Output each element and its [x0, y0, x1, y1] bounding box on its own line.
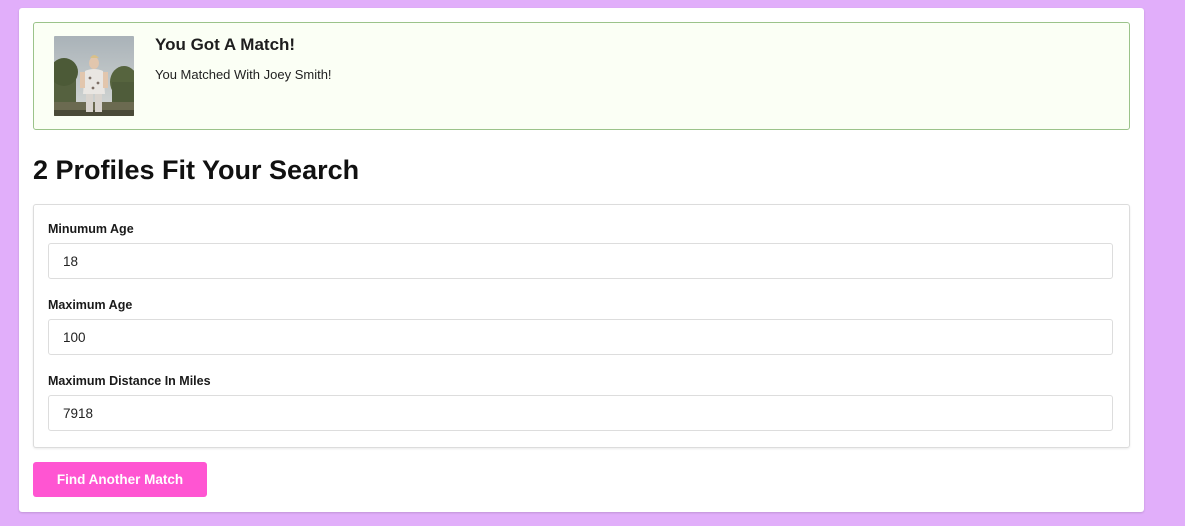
max-age-input[interactable]	[48, 319, 1113, 355]
results-heading: 2 Profiles Fit Your Search	[33, 155, 360, 185]
max-age-label: Maximum Age	[48, 298, 133, 312]
main-card: You Got A Match! You Matched With Joey S…	[19, 8, 1144, 512]
match-alert: You Got A Match! You Matched With Joey S…	[33, 22, 1130, 130]
match-message: You Matched With Joey Smith!	[155, 67, 332, 82]
profile-photo-icon	[54, 36, 134, 116]
min-age-label: Minumum Age	[48, 222, 134, 236]
match-title: You Got A Match!	[155, 35, 296, 54]
find-another-match-button[interactable]: Find Another Match	[33, 462, 207, 497]
max-distance-input[interactable]	[48, 395, 1113, 431]
search-filter-form: Minumum Age Maximum Age Maximum Distance…	[33, 204, 1130, 448]
max-distance-label: Maximum Distance In Miles	[48, 374, 211, 388]
match-profile-photo	[54, 36, 134, 116]
min-age-input[interactable]	[48, 243, 1113, 279]
